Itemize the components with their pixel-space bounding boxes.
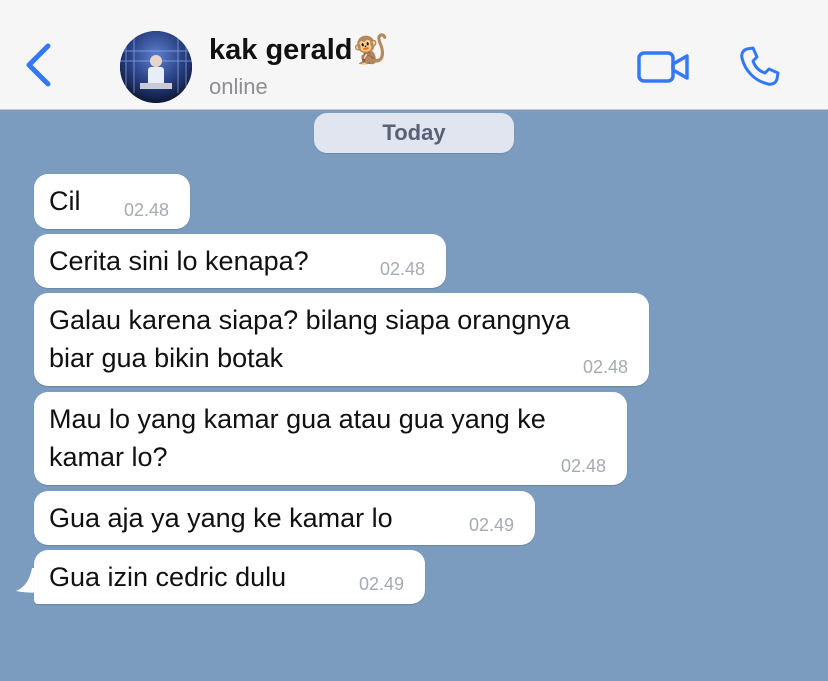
date-separator: Today (314, 113, 514, 153)
message-text: Gua izin cedric dulu (49, 562, 287, 592)
message-time: 02.48 (124, 200, 170, 220)
avatar-photo (120, 31, 192, 103)
message-bubble[interactable]: Galau karena siapa? bilang siapa orangny… (34, 293, 649, 386)
message-list[interactable]: Today Cil 02.48 Cerita sini lo kenapa? 0… (0, 110, 828, 681)
message-time: 02.48 (380, 259, 426, 279)
message-time: 02.49 (359, 574, 405, 594)
message-bubble[interactable]: Mau lo yang kamar gua atau gua yang ke k… (34, 392, 627, 485)
video-camera-icon (637, 51, 689, 83)
back-button[interactable] (18, 40, 58, 90)
message-time: 02.48 (583, 357, 629, 377)
contact-avatar[interactable] (120, 31, 192, 103)
message-bubble[interactable]: Cil 02.48 (34, 174, 190, 229)
message-text: Gua aja ya yang ke kamar lo (49, 503, 393, 533)
message-bubble[interactable]: Gua aja ya yang ke kamar lo 02.49 (34, 491, 535, 545)
phone-icon (740, 46, 780, 86)
message-time: 02.49 (469, 515, 515, 535)
voice-call-button[interactable] (736, 44, 782, 90)
contact-status: online (209, 74, 268, 99)
video-call-button[interactable] (636, 48, 692, 86)
chat-header: kak gerald🐒 online (0, 0, 828, 110)
message-text: Cil (49, 186, 81, 216)
message-text: Mau lo yang kamar gua atau gua yang ke (49, 404, 546, 434)
message-text: biar gua bikin botak (49, 343, 284, 373)
contact-name[interactable]: kak gerald🐒 (209, 33, 389, 67)
message-bubble[interactable]: Gua izin cedric dulu 02.49 (34, 550, 425, 604)
message-text: Galau karena siapa? bilang siapa orangny… (49, 305, 570, 335)
message-bubble[interactable]: Cerita sini lo kenapa? 02.48 (34, 234, 446, 288)
monkey-emoji-icon: 🐒 (352, 34, 389, 66)
message-text: kamar lo? (49, 442, 168, 472)
message-time: 02.48 (561, 456, 607, 476)
contact-name-text: kak gerald (209, 34, 353, 66)
message-text: Cerita sini lo kenapa? (49, 246, 309, 276)
back-chevron-icon (26, 43, 51, 87)
